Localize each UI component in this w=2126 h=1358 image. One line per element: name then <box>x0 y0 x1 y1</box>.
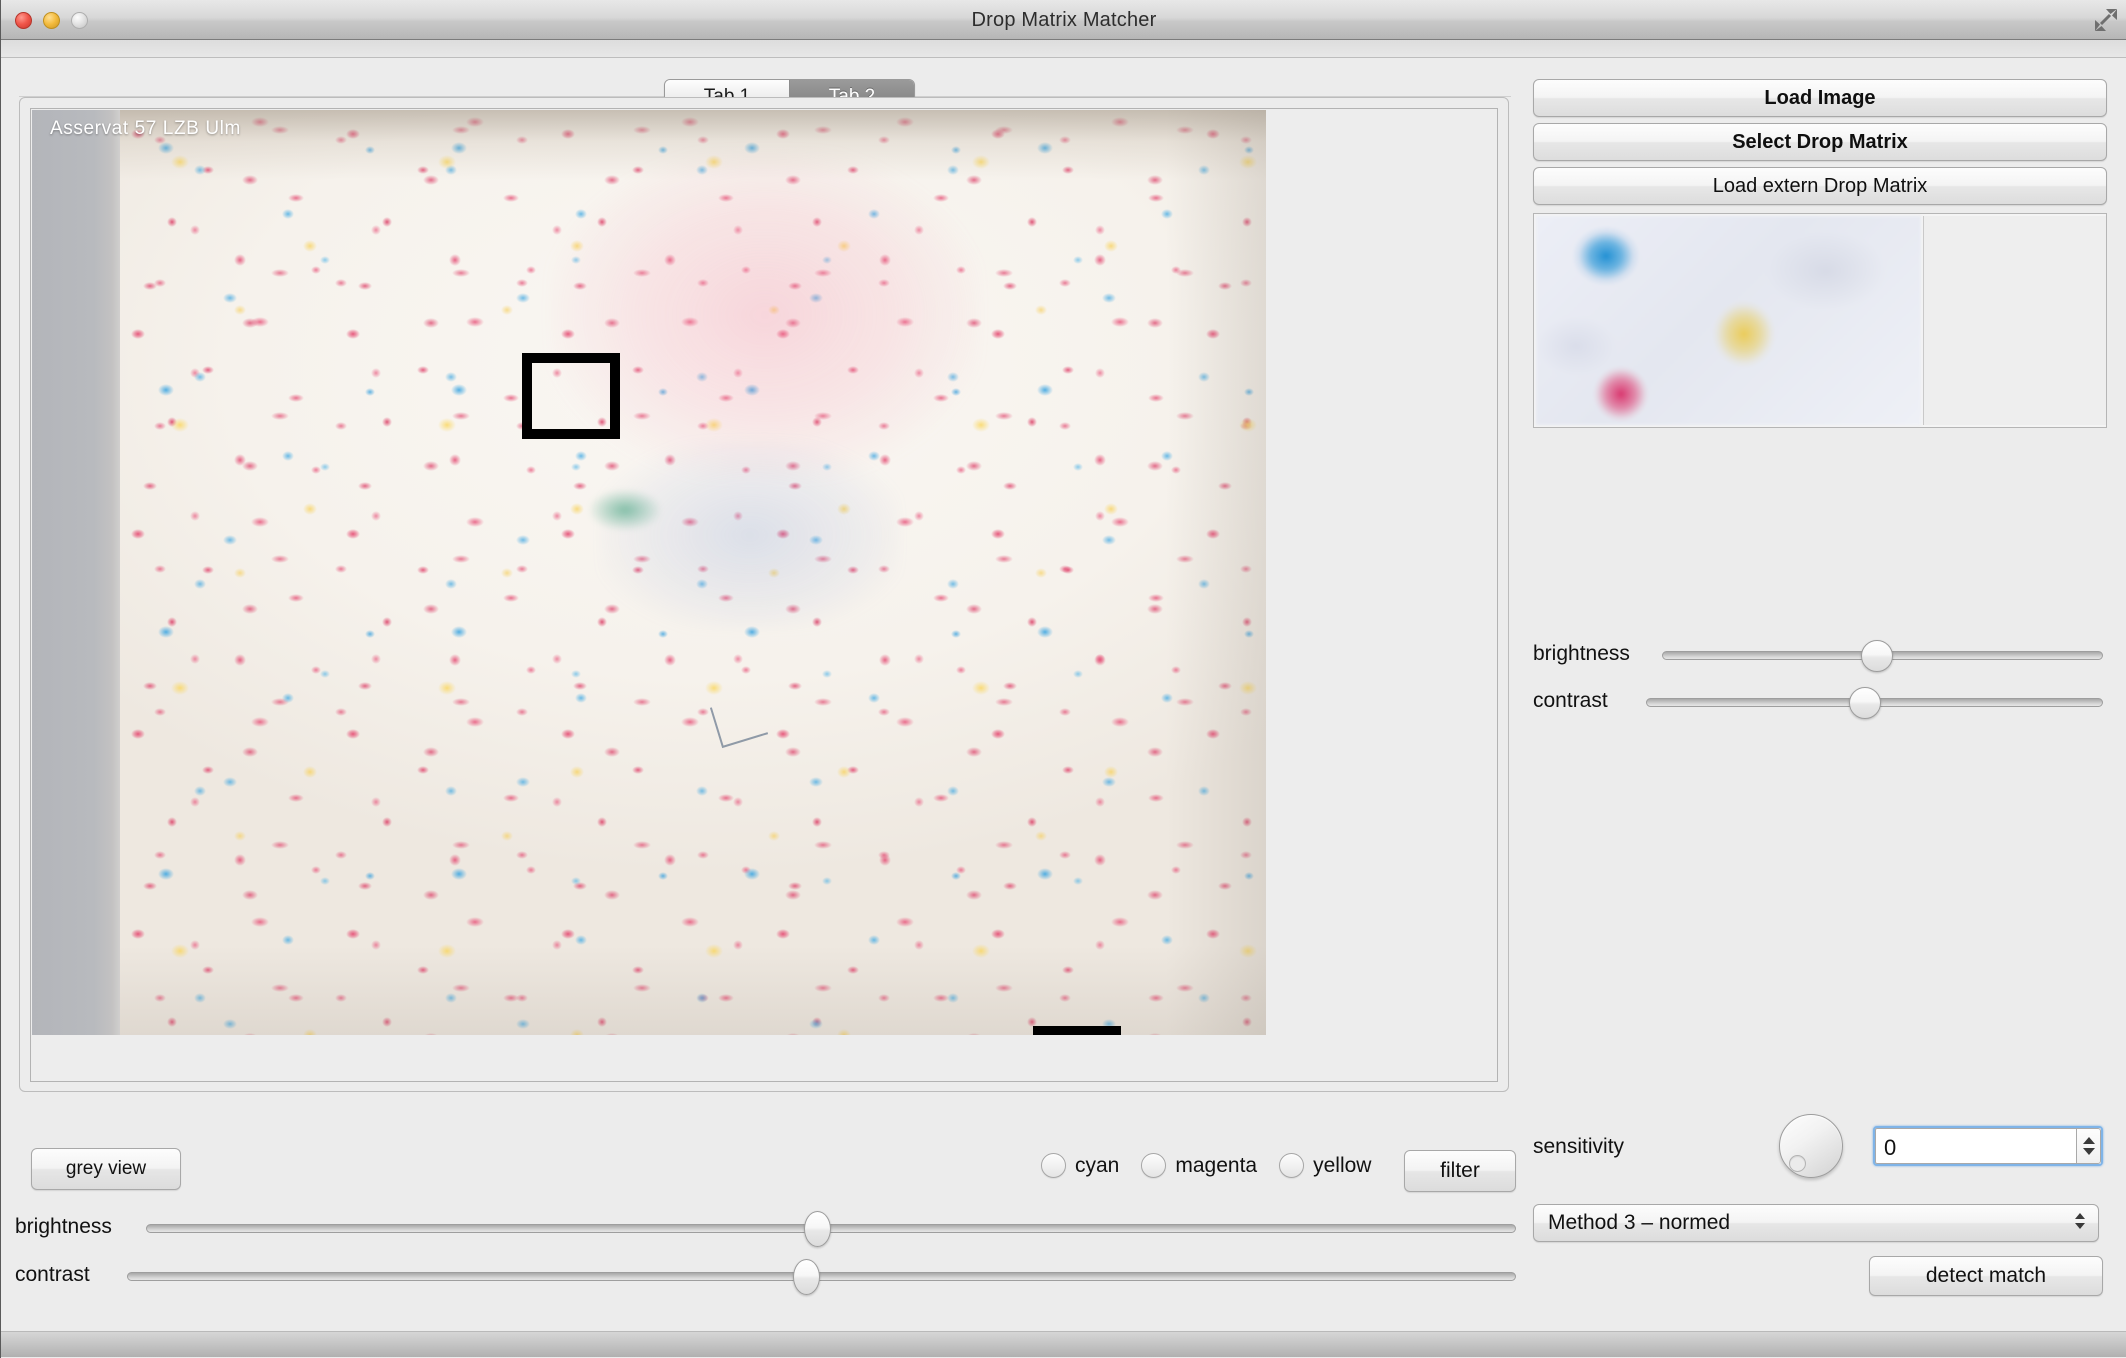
matrix-brightness-slider-knob[interactable] <box>1861 640 1893 672</box>
title-bar: Drop Matrix Matcher <box>1 0 2126 40</box>
green-smudge <box>590 490 660 530</box>
sensitivity-label: sensitivity <box>1533 1135 1625 1158</box>
drop-matrix-empty-area <box>1923 216 2106 425</box>
stepper-up-icon[interactable] <box>2082 1137 2095 1144</box>
application-window: Drop Matrix Matcher Tab 1 Tab 2 <box>0 0 2126 1358</box>
content-area: Tab 1 Tab 2 <box>1 58 2126 1358</box>
contrast-slider-track[interactable] <box>127 1272 1516 1281</box>
filter-button[interactable]: filter <box>1404 1150 1516 1192</box>
matrix-contrast-slider-knob[interactable] <box>1849 687 1881 719</box>
image-panel: Asservat 57 LZB Ulm <box>19 97 1509 1092</box>
image-canvas[interactable]: Asservat 57 LZB Ulm <box>30 108 1498 1082</box>
drop-matrix-preview[interactable] <box>1533 213 2107 428</box>
selection-rectangle[interactable] <box>1033 1026 1121 1035</box>
method-select[interactable]: Method 3 – normed <box>1533 1204 2099 1242</box>
chevron-down-icon <box>2075 1223 2085 1229</box>
radio-label-cyan: cyan <box>1075 1153 1120 1177</box>
blue-haze-region <box>600 440 900 630</box>
window-title: Drop Matrix Matcher <box>971 9 1157 31</box>
select-drop-matrix-button[interactable]: Select Drop Matrix <box>1533 123 2107 161</box>
sensitivity-dial[interactable] <box>1779 1114 1843 1178</box>
stepper-down-icon[interactable] <box>2082 1148 2095 1155</box>
load-extern-drop-matrix-button[interactable]: Load extern Drop Matrix <box>1533 167 2107 205</box>
paper-substrate <box>120 110 1266 1035</box>
channel-radio-group: cyan magenta yellow <box>1041 1153 1393 1178</box>
image-caption-overlay: Asservat 57 LZB Ulm <box>50 118 241 139</box>
radio-item-yellow[interactable]: yellow <box>1279 1153 1371 1178</box>
right-panel: Load Image Select Drop Matrix Load exter… <box>1529 58 2114 1358</box>
resize-icon[interactable] <box>2091 6 2119 34</box>
detect-match-button[interactable]: detect match <box>1869 1256 2103 1296</box>
brightness-slider-track[interactable] <box>146 1224 1516 1233</box>
chevron-up-icon <box>2075 1213 2085 1219</box>
radio-label-magenta: magenta <box>1175 1153 1258 1177</box>
toolbar-strip <box>1 40 2126 58</box>
contrast-slider-knob[interactable] <box>793 1259 820 1295</box>
sensitivity-input[interactable]: 0 <box>1875 1128 2076 1164</box>
sensitivity-field-wrapper: 0 <box>1873 1126 2103 1166</box>
specimen-photo[interactable]: Asservat 57 LZB Ulm <box>32 110 1266 1035</box>
brightness-slider-label: brightness <box>15 1215 112 1238</box>
radio-label-yellow: yellow <box>1313 1153 1372 1177</box>
window-bottom-ledge <box>1 1331 2126 1357</box>
paper-right-shading <box>1166 110 1266 1035</box>
radio-circle-magenta[interactable] <box>1141 1153 1167 1178</box>
paper-bottom-shading <box>120 945 1266 1035</box>
contrast-slider-label: contrast <box>15 1263 90 1286</box>
drop-matrix-thumbnail <box>1536 216 1921 425</box>
matrix-contrast-slider-label: contrast <box>1533 689 1608 712</box>
load-image-button[interactable]: Load Image <box>1533 79 2107 117</box>
sensitivity-stepper[interactable] <box>2076 1128 2101 1164</box>
radio-circle-cyan[interactable] <box>1041 1153 1066 1178</box>
sensitivity-dial-indicator <box>1789 1155 1806 1172</box>
paper-top-shading <box>120 110 1266 180</box>
radio-circle-yellow[interactable] <box>1279 1153 1305 1178</box>
grey-view-button[interactable]: grey view <box>31 1148 181 1190</box>
selection-rectangle[interactable] <box>522 353 620 439</box>
radio-item-cyan[interactable]: cyan <box>1041 1153 1119 1178</box>
method-select-label: Method 3 – normed <box>1548 1211 1731 1234</box>
chevron-updown-icon <box>2075 1213 2085 1229</box>
matrix-brightness-slider-label: brightness <box>1533 642 1630 665</box>
radio-item-magenta[interactable]: magenta <box>1141 1153 1257 1178</box>
brightness-slider-knob[interactable] <box>804 1211 831 1247</box>
